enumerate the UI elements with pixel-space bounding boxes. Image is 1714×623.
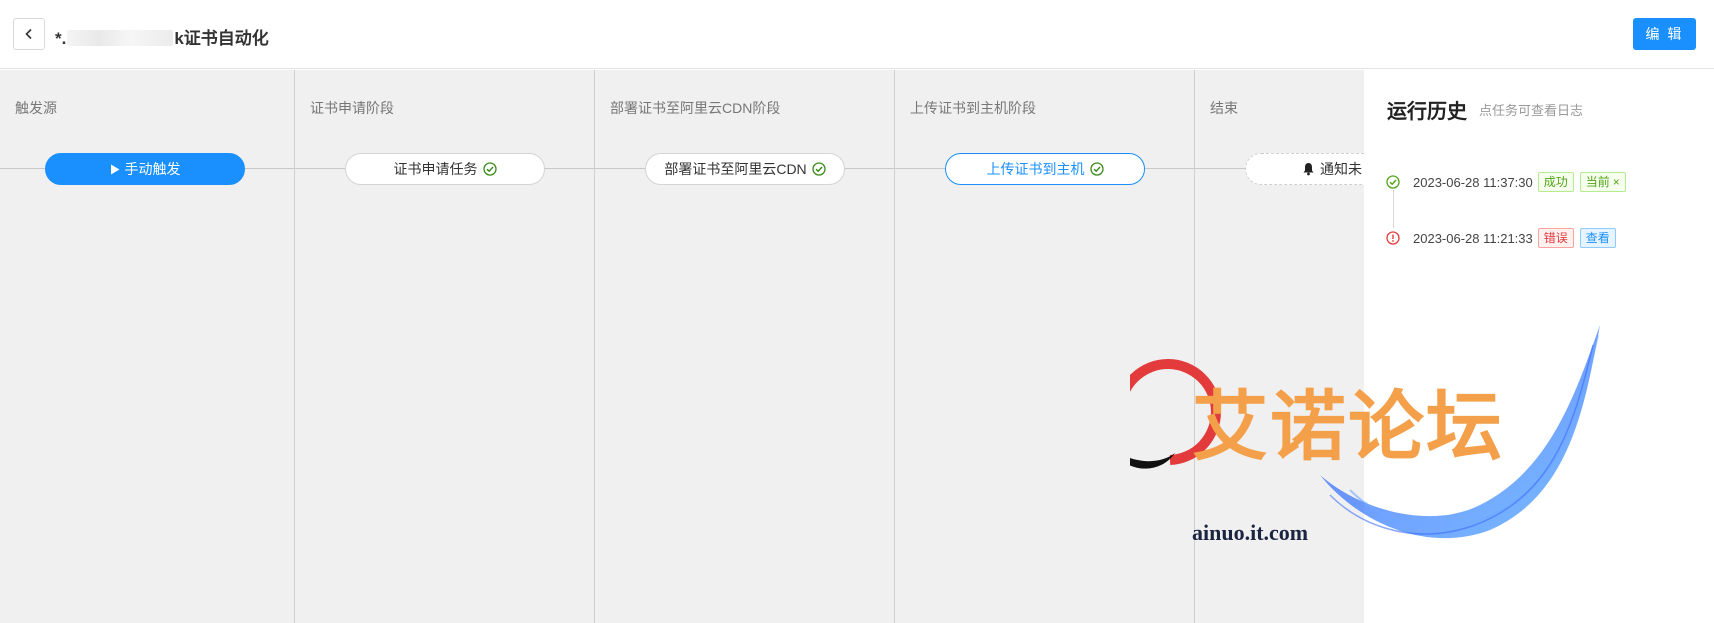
- error-circle-icon: [1386, 231, 1400, 245]
- title-prefix: *.: [55, 29, 67, 48]
- node-label: 手动触发: [124, 161, 181, 177]
- pipeline-canvas: 触发源 证书申请阶段 部署证书至阿里云CDN阶段 上传证书到主机阶段 结束 手动…: [0, 70, 1364, 623]
- node-cert-apply-task[interactable]: 证书申请任务: [345, 153, 545, 185]
- node-end-notify[interactable]: 通知未: [1245, 153, 1364, 185]
- stage-title: 部署证书至阿里云CDN阶段: [610, 100, 781, 116]
- current-tag[interactable]: 当前 ×: [1579, 172, 1626, 192]
- run-history-subtitle: 点任务可查看日志: [1479, 103, 1584, 118]
- bell-icon: [1303, 163, 1314, 176]
- stage-title: 上传证书到主机阶段: [910, 100, 1036, 116]
- run-history-title: 运行历史: [1387, 101, 1467, 123]
- node-label: 证书申请任务: [393, 161, 478, 177]
- run-history-panel: 运行历史 点任务可查看日志 2023-06-28 11:37:30 成功 当前 ×…: [1364, 70, 1714, 623]
- chevron-left-icon: [25, 28, 32, 40]
- view-log-button[interactable]: 查看: [1579, 228, 1616, 248]
- stage-title: 触发源: [15, 100, 57, 116]
- node-label: 部署证书至阿里云CDN: [664, 161, 807, 177]
- history-item[interactable]: 2023-06-28 11:37:30 成功 当前 ×: [1386, 171, 1632, 193]
- stage-title: 证书申请阶段: [310, 100, 394, 116]
- node-upload-host-task[interactable]: 上传证书到主机: [945, 153, 1145, 185]
- node-deploy-cdn-task[interactable]: 部署证书至阿里云CDN: [645, 153, 845, 185]
- node-label: 上传证书到主机: [986, 161, 1085, 177]
- history-item[interactable]: 2023-06-28 11:21:33 错误 查看: [1386, 227, 1622, 249]
- check-circle-icon: [1089, 162, 1104, 176]
- check-circle-icon: [812, 162, 826, 176]
- check-circle-icon: [482, 162, 497, 176]
- success-circle-icon: [1386, 175, 1400, 189]
- status-badge-success: 成功: [1537, 172, 1574, 192]
- timeline-line: [1393, 190, 1394, 228]
- top-bar: *. k证书自动化 编 辑: [0, 0, 1714, 69]
- node-manual-trigger[interactable]: 手动触发: [45, 153, 245, 185]
- title-suffix: k证书自动化: [174, 29, 269, 48]
- stage-title: 结束: [1210, 100, 1238, 116]
- node-label: 通知未: [1320, 161, 1362, 177]
- back-button[interactable]: [13, 18, 45, 50]
- close-icon[interactable]: ×: [1613, 173, 1620, 191]
- edit-button[interactable]: 编 辑: [1633, 18, 1696, 50]
- play-icon: [110, 164, 119, 174]
- status-badge-error: 错误: [1537, 228, 1574, 248]
- redacted-title-segment: [67, 30, 174, 46]
- current-tag-label: 当前: [1585, 175, 1610, 189]
- history-time: 2023-06-28 11:21:33: [1413, 230, 1533, 246]
- page-title: *. k证书自动化: [55, 24, 269, 49]
- history-time: 2023-06-28 11:37:30: [1413, 174, 1533, 190]
